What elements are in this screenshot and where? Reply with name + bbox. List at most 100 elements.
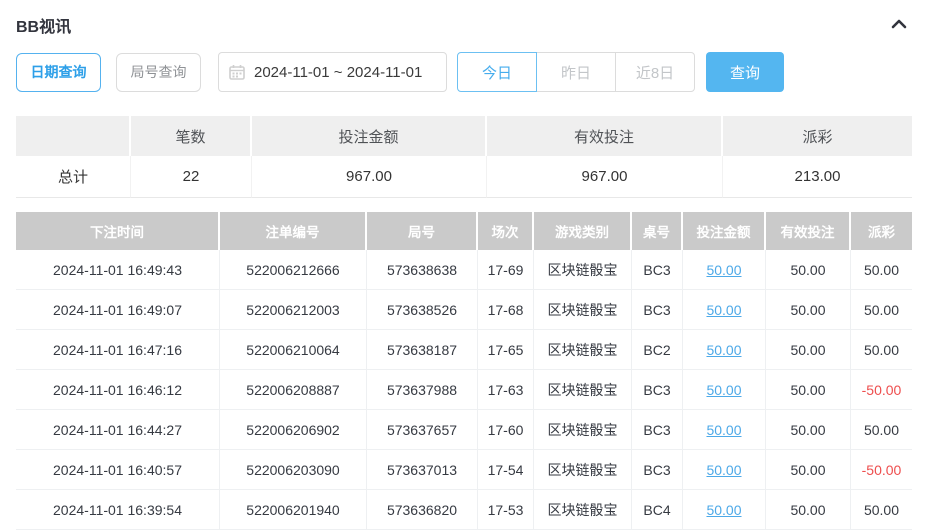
table-cell: 17-63 — [478, 370, 534, 410]
table-cell: 17-69 — [478, 250, 534, 290]
table-cell: BC3 — [632, 450, 683, 490]
table-cell: 50.00 — [766, 250, 851, 290]
table-row: 2024-11-01 16:46:12522006208887573637988… — [16, 370, 912, 410]
bet-amount-cell: 50.00 — [683, 330, 766, 370]
col-session: 场次 — [478, 212, 534, 250]
table-cell: 50.00 — [851, 250, 912, 290]
table-cell: BC3 — [632, 290, 683, 330]
bet-amount-link[interactable]: 50.00 — [706, 462, 741, 478]
col-game-type: 游戏类别 — [534, 212, 632, 250]
summary-col-empty — [16, 116, 131, 156]
table-cell: BC3 — [632, 250, 683, 290]
summary-table: 笔数 投注金额 有效投注 派彩 总计 22 967.00 967.00 213.… — [16, 116, 912, 198]
table-cell: 50.00 — [766, 490, 851, 530]
collapse-button[interactable] — [891, 16, 907, 34]
col-valid-bet: 有效投注 — [766, 212, 851, 250]
bet-amount-cell: 50.00 — [683, 450, 766, 490]
table-cell: 522006201940 — [220, 490, 367, 530]
quick-filter-group: 今日 昨日 近8日 — [457, 52, 695, 92]
table-cell: 573637013 — [367, 450, 478, 490]
table-cell: 2024-11-01 16:49:43 — [16, 250, 220, 290]
table-cell: BC4 — [632, 490, 683, 530]
table-cell: 17-68 — [478, 290, 534, 330]
table-cell: BC3 — [632, 370, 683, 410]
table-cell: 522006210064 — [220, 330, 367, 370]
bet-amount-link[interactable]: 50.00 — [706, 422, 741, 438]
table-cell: 2024-11-01 16:39:54 — [16, 490, 220, 530]
table-cell: 2024-11-01 16:46:12 — [16, 370, 220, 410]
bet-amount-cell: 50.00 — [683, 410, 766, 450]
bet-records-table: 下注时间 注单编号 局号 场次 游戏类别 桌号 投注金额 有效投注 派彩 202… — [16, 212, 912, 530]
table-cell: 50.00 — [766, 290, 851, 330]
table-cell: 区块链骰宝 — [534, 490, 632, 530]
table-cell: 50.00 — [766, 330, 851, 370]
summary-total-label: 总计 — [16, 156, 131, 198]
bet-amount-cell: 50.00 — [683, 290, 766, 330]
table-cell: 区块链骰宝 — [534, 370, 632, 410]
table-cell: -50.00 — [851, 370, 912, 410]
table-cell: 50.00 — [851, 490, 912, 530]
bet-amount-link[interactable]: 50.00 — [706, 342, 741, 358]
summary-total-valid-bet: 967.00 — [487, 156, 723, 198]
round-query-tab[interactable]: 局号查询 — [116, 53, 201, 92]
calendar-icon — [229, 64, 245, 80]
col-round-number: 局号 — [367, 212, 478, 250]
table-cell: 区块链骰宝 — [534, 290, 632, 330]
table-row: 2024-11-01 16:40:57522006203090573637013… — [16, 450, 912, 490]
table-cell: 522006208887 — [220, 370, 367, 410]
table-cell: 573638187 — [367, 330, 478, 370]
bet-table-header-row: 下注时间 注单编号 局号 场次 游戏类别 桌号 投注金额 有效投注 派彩 — [16, 212, 912, 250]
date-range-value: 2024-11-01 ~ 2024-11-01 — [254, 64, 422, 81]
table-row: 2024-11-01 16:47:16522006210064573638187… — [16, 330, 912, 370]
table-cell: 573637988 — [367, 370, 478, 410]
date-query-tab[interactable]: 日期查询 — [16, 53, 101, 92]
table-cell: 50.00 — [766, 410, 851, 450]
bet-amount-cell: 50.00 — [683, 250, 766, 290]
table-cell: 2024-11-01 16:47:16 — [16, 330, 220, 370]
table-cell: 573638526 — [367, 290, 478, 330]
quick-filter-today[interactable]: 今日 — [457, 52, 537, 92]
quick-filter-last8days[interactable]: 近8日 — [615, 52, 695, 92]
table-cell: 区块链骰宝 — [534, 250, 632, 290]
table-cell: 区块链骰宝 — [534, 410, 632, 450]
table-cell: 522006203090 — [220, 450, 367, 490]
bet-amount-link[interactable]: 50.00 — [706, 302, 741, 318]
table-row: 2024-11-01 16:49:07522006212003573638526… — [16, 290, 912, 330]
table-cell: 区块链骰宝 — [534, 330, 632, 370]
summary-col-count: 笔数 — [131, 116, 252, 156]
table-cell: 522006206902 — [220, 410, 367, 450]
bet-amount-cell: 50.00 — [683, 490, 766, 530]
bb-video-panel: BB视讯 日期查询 局号查询 — [0, 0, 933, 507]
bet-amount-link[interactable]: 50.00 — [706, 262, 741, 278]
col-table-number: 桌号 — [632, 212, 683, 250]
table-cell: 17-60 — [478, 410, 534, 450]
panel-header: BB视讯 — [0, 0, 933, 38]
table-row: 2024-11-01 16:44:27522006206902573637657… — [16, 410, 912, 450]
table-cell: 17-54 — [478, 450, 534, 490]
search-button[interactable]: 查询 — [706, 52, 784, 92]
bet-amount-cell: 50.00 — [683, 370, 766, 410]
table-cell: 17-65 — [478, 330, 534, 370]
table-cell: 522006212003 — [220, 290, 367, 330]
page-title: BB视讯 — [16, 13, 71, 37]
quick-filter-yesterday[interactable]: 昨日 — [536, 52, 616, 92]
bet-amount-link[interactable]: 50.00 — [706, 502, 741, 518]
table-cell: 573637657 — [367, 410, 478, 450]
col-order-number: 注单编号 — [220, 212, 367, 250]
summary-total-bet-amount: 967.00 — [252, 156, 487, 198]
table-cell: 2024-11-01 16:49:07 — [16, 290, 220, 330]
bet-amount-link[interactable]: 50.00 — [706, 382, 741, 398]
table-cell: -50.00 — [851, 450, 912, 490]
table-cell: 区块链骰宝 — [534, 450, 632, 490]
date-range-input[interactable]: 2024-11-01 ~ 2024-11-01 — [218, 52, 447, 92]
table-cell: BC2 — [632, 330, 683, 370]
col-payout: 派彩 — [851, 212, 912, 250]
table-cell: 50.00 — [851, 410, 912, 450]
summary-col-payout: 派彩 — [723, 116, 912, 156]
table-cell: 50.00 — [851, 290, 912, 330]
summary-total-count: 22 — [131, 156, 252, 198]
summary-total-row: 总计 22 967.00 967.00 213.00 — [16, 156, 912, 198]
summary-header-row: 笔数 投注金额 有效投注 派彩 — [16, 116, 912, 156]
table-cell: BC3 — [632, 410, 683, 450]
query-toolbar: 日期查询 局号查询 2024-11-01 ~ 2024-11-01 今日 — [16, 52, 933, 92]
